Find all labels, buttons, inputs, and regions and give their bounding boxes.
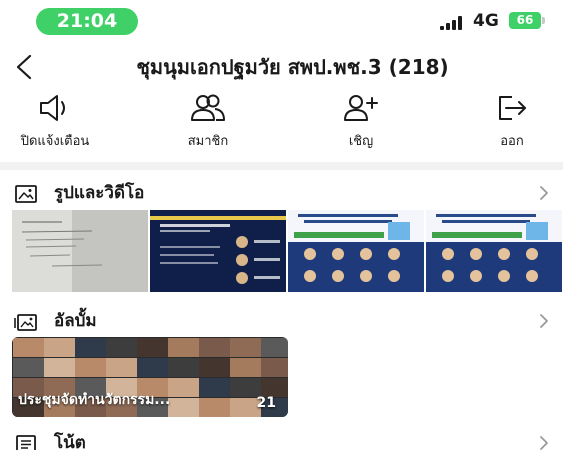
section-divider xyxy=(0,162,563,170)
video-tile xyxy=(13,338,44,357)
video-tile xyxy=(199,338,230,357)
invite-button[interactable]: เชิญ xyxy=(306,92,416,154)
action-bar: ปิดแจ้งเตือน สมาชิก เชิญ ออก xyxy=(0,92,563,154)
video-tile xyxy=(168,378,199,397)
video-tile xyxy=(106,338,137,357)
action-label-leave: ออก xyxy=(500,134,524,149)
video-tile xyxy=(199,378,230,397)
video-tile xyxy=(137,358,168,377)
notes-section-title: โน้ต xyxy=(54,433,86,450)
battery-icon: 66 xyxy=(509,12,541,29)
video-tile xyxy=(261,338,288,357)
action-label-members: สมาชิก xyxy=(187,134,229,149)
album-name: ประชุมจัดทำนวัตกรรม... xyxy=(18,392,171,408)
video-tile xyxy=(106,358,137,377)
back-button[interactable] xyxy=(8,50,42,84)
note-icon xyxy=(16,435,36,450)
chevron-left-icon xyxy=(16,54,32,80)
video-tile xyxy=(137,338,168,357)
exit-icon xyxy=(499,96,526,120)
poster-photo xyxy=(150,210,286,292)
battery-tip xyxy=(542,17,545,24)
video-tile xyxy=(44,358,75,377)
album-card[interactable]: ประชุมจัดทำนวัตกรรม... 21 xyxy=(12,337,288,417)
image-icon xyxy=(15,185,37,203)
photos-section-header[interactable]: รูปและวิดีโอ xyxy=(0,176,563,210)
battery-level: 66 xyxy=(516,13,534,27)
photo-thumbnail[interactable] xyxy=(12,210,148,292)
video-tile xyxy=(168,358,199,377)
action-label-invite: เชิญ xyxy=(348,134,374,149)
page-title: ชุมนุมเอกปฐมวัย สพป.พช.3 (218) xyxy=(136,55,449,79)
photo-thumbnail[interactable] xyxy=(150,210,286,292)
video-tile xyxy=(44,338,75,357)
add-person-icon xyxy=(344,95,378,121)
chevron-right-icon xyxy=(540,186,548,200)
poster-photo xyxy=(426,210,562,292)
network-type: 4G xyxy=(473,11,499,31)
video-tile xyxy=(75,338,106,357)
photo-thumbnail[interactable] xyxy=(426,210,562,292)
video-tile xyxy=(199,398,230,417)
leave-button[interactable]: ออก xyxy=(457,92,563,154)
video-tile xyxy=(168,398,199,417)
mute-notifications-button[interactable]: ปิดแจ้งเตือน xyxy=(0,92,110,154)
video-tile xyxy=(199,358,230,377)
albums-section-title: อัลบั้ม xyxy=(54,311,97,331)
video-tile xyxy=(261,358,288,377)
album-photo-count: 21 xyxy=(256,395,276,411)
notes-section-header[interactable]: โน้ต xyxy=(0,428,563,450)
members-icon xyxy=(191,94,225,121)
chevron-right-icon xyxy=(540,314,548,328)
poster-photo xyxy=(288,210,424,292)
members-button[interactable]: สมาชิก xyxy=(153,92,263,154)
document-photo xyxy=(12,210,148,292)
video-tile xyxy=(168,338,199,357)
video-tile xyxy=(13,358,44,377)
signal-icon xyxy=(440,16,464,30)
status-bar: 21:04 4G 66 xyxy=(0,0,563,42)
video-tile xyxy=(230,358,261,377)
album-icon xyxy=(14,314,37,331)
albums-section-header[interactable]: อัลบั้ม xyxy=(0,304,563,338)
photos-section-title: รูปและวิดีโอ xyxy=(54,183,145,203)
action-label-mute: ปิดแจ้งเตือน xyxy=(20,134,90,149)
status-time: 21:04 xyxy=(36,8,138,35)
video-tile xyxy=(230,338,261,357)
header-bar: ชุมนุมเอกปฐมวัย สพป.พช.3 (218) xyxy=(0,46,563,88)
chevron-right-icon xyxy=(540,436,548,450)
speaker-mute-icon xyxy=(40,95,65,121)
photo-thumbnail[interactable] xyxy=(288,210,424,292)
photo-strip xyxy=(12,210,563,292)
video-tile xyxy=(75,358,106,377)
